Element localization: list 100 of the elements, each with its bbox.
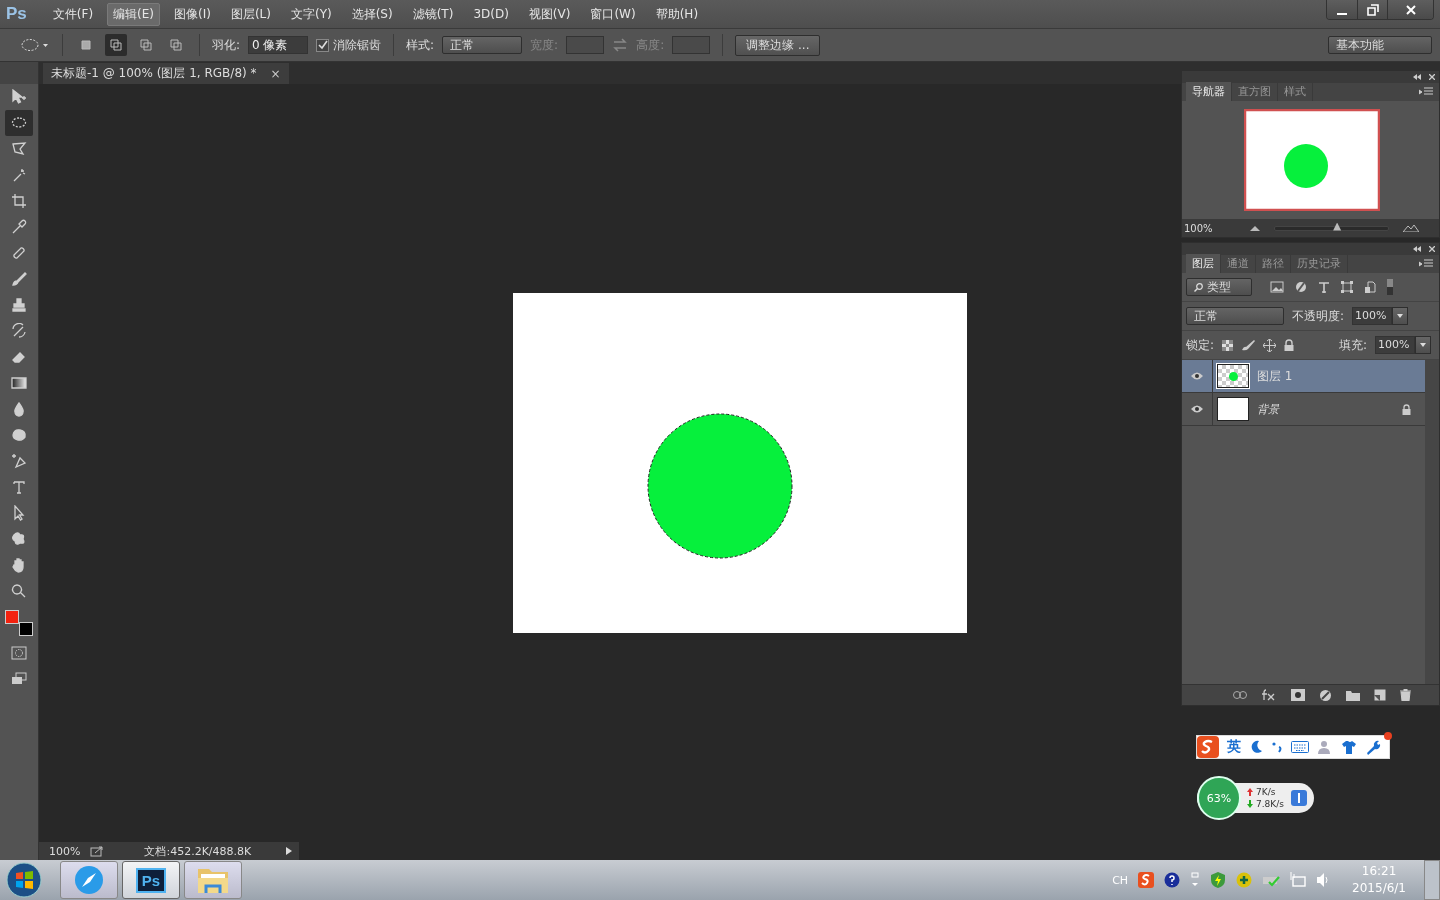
document-tab[interactable]: 未标题-1 @ 100% (图层 1, RGB/8) * × <box>43 63 289 84</box>
app-logo: Ps <box>6 4 27 24</box>
moon-icon[interactable] <box>1249 740 1263 754</box>
fx-icon[interactable] <box>1261 689 1277 701</box>
zoom-out-icon[interactable] <box>1250 225 1260 231</box>
screen-mode-icon <box>11 672 27 686</box>
layer-row[interactable]: 图层 1 <box>1182 360 1425 393</box>
minimize-button[interactable] <box>1327 0 1357 19</box>
feather-field[interactable]: 0 像素 <box>248 36 309 54</box>
folder-icon[interactable] <box>1346 689 1360 701</box>
lock-move-icon[interactable] <box>1263 338 1277 352</box>
shield-icon[interactable] <box>1210 872 1227 888</box>
opacity-dropdown-button[interactable] <box>1392 307 1409 325</box>
memory-usage: 63% <box>1197 776 1241 820</box>
panel-tab[interactable]: 图层 <box>1186 254 1221 273</box>
opacity-label: 不透明度: <box>1292 307 1345 325</box>
panel-tab[interactable]: 样式 <box>1278 82 1313 101</box>
fill-dropdown-button[interactable] <box>1415 336 1431 354</box>
adjustment-filter-icon[interactable] <box>1295 281 1307 293</box>
shape-filter-icon[interactable] <box>1341 281 1353 293</box>
quick-mask-icon <box>11 646 27 660</box>
collapse-icon[interactable] <box>1413 246 1421 252</box>
help-icon[interactable] <box>1164 872 1181 888</box>
lock-transparency-icon[interactable] <box>1222 339 1234 351</box>
panel-tab[interactable]: 通道 <box>1221 254 1256 273</box>
trash-icon[interactable] <box>1400 689 1411 701</box>
panel-tab[interactable]: 路径 <box>1256 254 1291 273</box>
notification-dot <box>1384 732 1392 740</box>
selection-mode-button[interactable] <box>105 34 127 56</box>
fill-field[interactable]: 100% <box>1375 336 1415 354</box>
collapse-icon[interactable] <box>1413 74 1421 80</box>
minimize-icon <box>1337 12 1347 15</box>
menu-item[interactable]: 滤镜(T) <box>406 2 460 26</box>
menu-item[interactable]: 文字(Y) <box>285 2 338 26</box>
background-color-swatch[interactable] <box>19 622 33 636</box>
eye-icon[interactable] <box>1191 372 1203 380</box>
menu-item[interactable]: 选择(S) <box>345 2 399 26</box>
restore-button[interactable] <box>1357 0 1387 19</box>
subtract-selection-icon <box>138 37 154 53</box>
new-layer-icon[interactable] <box>1374 689 1386 701</box>
blend-mode-dropdown[interactable]: 正常 <box>1186 307 1284 325</box>
refine-edge-button[interactable]: 调整边缘 ... <box>735 34 821 56</box>
fill-label: 填充: <box>1338 336 1367 354</box>
filter-toggle-icon[interactable] <box>1387 279 1393 295</box>
search-icon <box>1194 282 1203 292</box>
foreground-color-swatch[interactable] <box>5 610 19 624</box>
zoom-slider[interactable] <box>1333 222 1342 231</box>
eye-icon[interactable] <box>1191 405 1203 413</box>
smart-object-filter-icon[interactable] <box>1364 281 1376 293</box>
lock-brush-icon[interactable] <box>1241 339 1256 351</box>
panel-tab[interactable]: 直方图 <box>1232 82 1278 101</box>
sogou-tray-icon[interactable] <box>1138 872 1155 888</box>
lasso-icon <box>11 141 27 157</box>
start-button[interactable] <box>6 862 42 898</box>
input-mode[interactable]: 英 <box>1227 738 1241 756</box>
close-button[interactable] <box>1387 0 1433 19</box>
width-field[interactable] <box>566 36 605 54</box>
sponge-icon <box>11 427 27 443</box>
layer-filter-dropdown[interactable]: 类型 <box>1186 278 1252 296</box>
play-icon[interactable] <box>285 846 293 856</box>
antialias-checkbox[interactable]: 消除锯齿 <box>316 36 382 54</box>
type-filter-icon[interactable] <box>1318 281 1330 293</box>
lock-all-icon[interactable] <box>1284 339 1295 351</box>
keyboard-icon[interactable] <box>1291 741 1309 753</box>
shirt-icon[interactable] <box>1341 740 1357 754</box>
link-icon[interactable] <box>1233 691 1247 699</box>
menu-item[interactable]: 图像(I) <box>168 2 217 26</box>
taskbar-app[interactable] <box>184 861 242 899</box>
taskbar-app[interactable]: Ps <box>122 861 180 899</box>
panel-tab[interactable]: 导航器 <box>1186 82 1232 101</box>
pen-icon <box>11 453 27 469</box>
mask-icon[interactable] <box>1291 689 1305 701</box>
height-field[interactable] <box>672 36 711 54</box>
adjustment-layer-icon[interactable] <box>1319 688 1332 702</box>
image-filter-icon[interactable] <box>1270 281 1284 293</box>
close-icon[interactable] <box>1429 74 1435 80</box>
zoom-in-icon[interactable] <box>1403 224 1419 232</box>
menu-item[interactable]: 窗口(W) <box>584 2 642 26</box>
menu-item[interactable]: 3D(D) <box>467 4 515 24</box>
panel-menu-icon[interactable] <box>1419 259 1433 269</box>
wrench-icon[interactable] <box>1365 739 1381 755</box>
menu-item[interactable]: 文件(F) <box>46 2 100 26</box>
workspace-dropdown[interactable]: 基本功能 <box>1328 36 1432 54</box>
close-icon[interactable] <box>1429 246 1435 252</box>
panel-menu-icon[interactable] <box>1419 87 1433 97</box>
plus-circle-icon[interactable] <box>1236 872 1253 888</box>
brush-icon <box>11 271 27 287</box>
menu-item[interactable]: 视图(V) <box>522 2 577 26</box>
boost-icon[interactable] <box>1289 789 1308 807</box>
menu-item[interactable]: 帮助(H) <box>649 2 705 26</box>
menu-item[interactable]: 图层(L) <box>224 2 277 26</box>
style-dropdown[interactable]: 正常 <box>442 36 523 54</box>
menu-item[interactable]: 编辑(E) <box>107 2 160 26</box>
taskbar-app[interactable] <box>60 861 118 899</box>
panel-tab[interactable]: 历史记录 <box>1291 254 1348 273</box>
checkmark-icon <box>317 40 328 50</box>
punctuation-icon[interactable] <box>1271 740 1283 754</box>
opacity-field[interactable]: 100% <box>1352 307 1393 325</box>
layer-row[interactable]: 背景 <box>1182 393 1425 426</box>
tool-button[interactable] <box>5 110 33 136</box>
